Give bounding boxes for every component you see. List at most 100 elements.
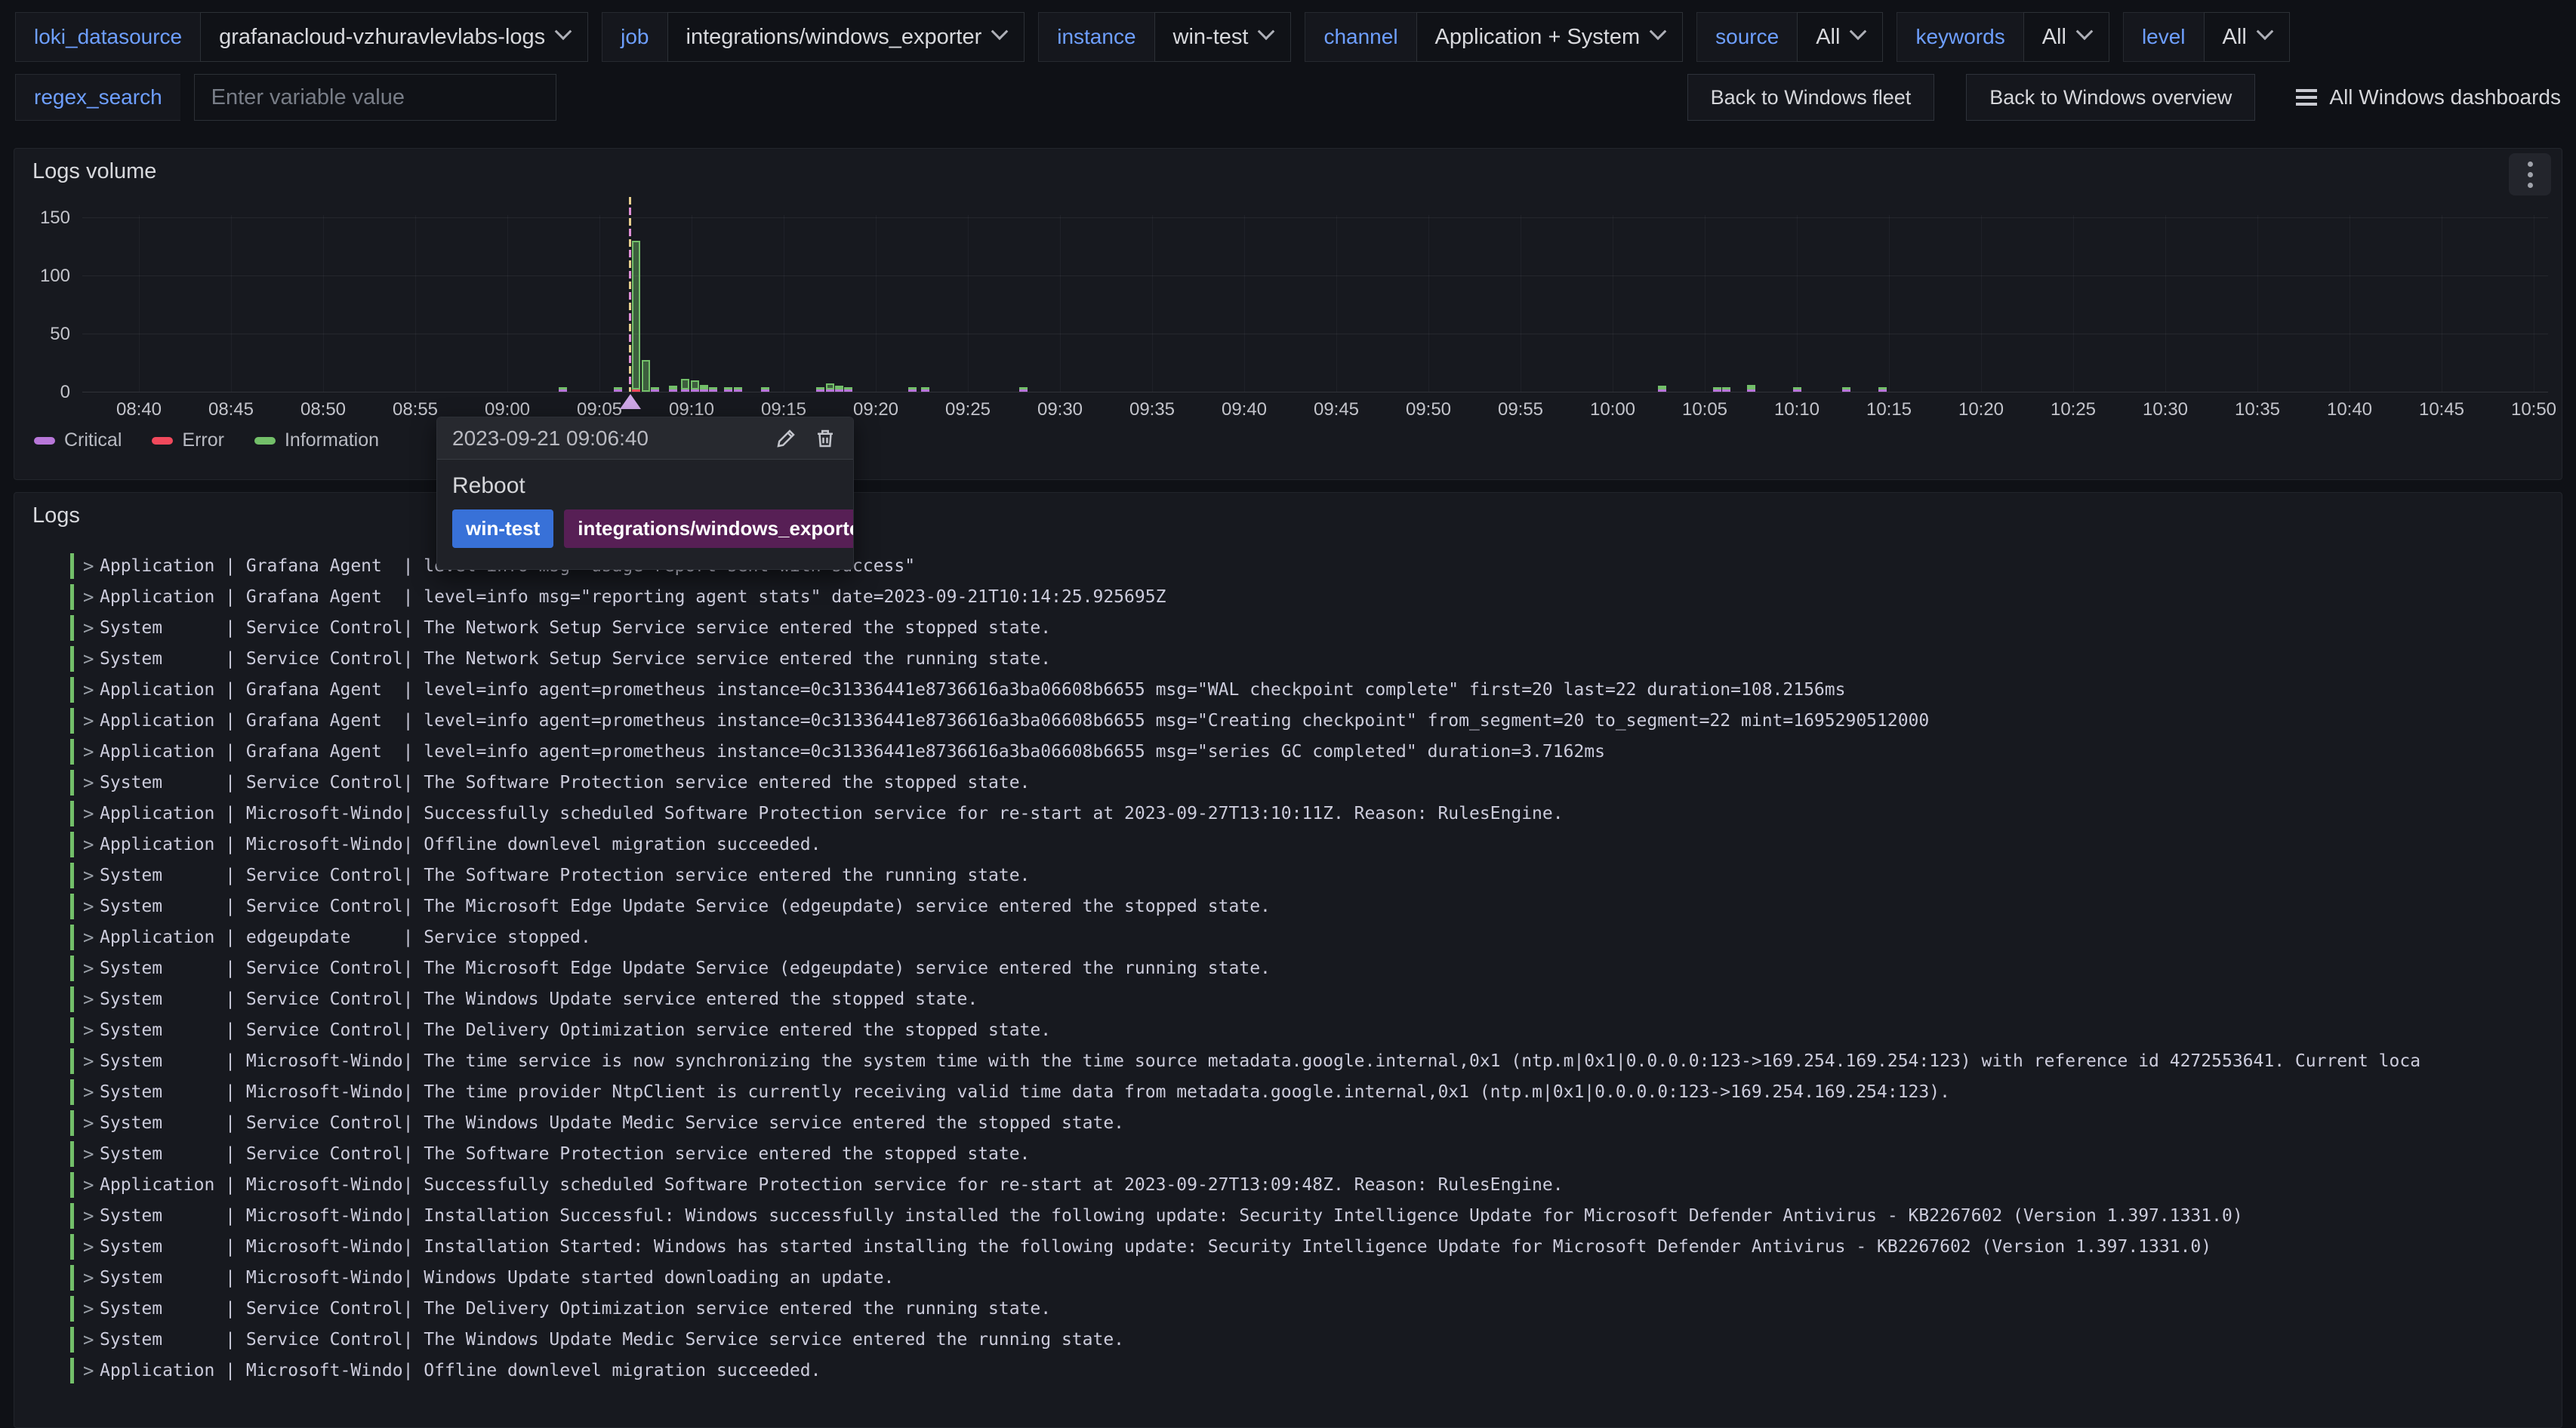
x-axis-label: 10:50 (2488, 399, 2562, 420)
expand-chevron-icon[interactable]: > (83, 556, 100, 577)
regex-search-input[interactable] (194, 74, 556, 121)
expand-chevron-icon[interactable]: > (83, 648, 100, 669)
log-row[interactable]: >Application | Microsoft-Windo| Successf… (70, 798, 2560, 829)
expand-chevron-icon[interactable]: > (83, 741, 100, 762)
log-row[interactable]: >System | Microsoft-Windo| Installation … (70, 1231, 2560, 1262)
expand-chevron-icon[interactable]: > (83, 927, 100, 948)
log-line-text: Application | Grafana Agent | level=info… (100, 587, 1166, 607)
bar-information (844, 387, 852, 389)
expand-chevron-icon[interactable]: > (83, 1298, 100, 1319)
variable-select-instance[interactable]: win-test (1154, 12, 1292, 62)
expand-chevron-icon[interactable]: > (83, 834, 100, 855)
legend-item-error[interactable]: Error (152, 429, 224, 451)
expand-chevron-icon[interactable]: > (83, 1020, 100, 1041)
expand-chevron-icon[interactable]: > (83, 1082, 100, 1103)
log-row[interactable]: >System | Microsoft-Windo| The time serv… (70, 1045, 2560, 1076)
expand-chevron-icon[interactable]: > (83, 617, 100, 639)
log-line-text: System | Service Control| The Delivery O… (100, 1299, 1051, 1319)
log-row[interactable]: >System | Microsoft-Windo| Installation … (70, 1200, 2560, 1231)
expand-chevron-icon[interactable]: > (83, 803, 100, 824)
x-axis-label: 10:45 (2396, 399, 2487, 420)
log-row[interactable]: >Application | Grafana Agent | level=inf… (70, 674, 2560, 705)
variable-select-channel[interactable]: Application + System (1416, 12, 1684, 62)
legend-item-information[interactable]: Information (254, 429, 379, 451)
log-row[interactable]: >System | Service Control| The Network S… (70, 612, 2560, 643)
bar-information (700, 385, 708, 389)
log-row[interactable]: >Application | Microsoft-Windo| Offline … (70, 829, 2560, 860)
variable-label-job: job (602, 12, 667, 62)
log-row[interactable]: >System | Service Control| The Delivery … (70, 1293, 2560, 1324)
expand-chevron-icon[interactable]: > (83, 586, 100, 608)
log-level-bar (70, 956, 74, 981)
variable-label-keywords: keywords (1897, 12, 2023, 62)
variable-value-text: Application + System (1435, 25, 1641, 50)
expand-chevron-icon[interactable]: > (83, 1143, 100, 1165)
expand-chevron-icon[interactable]: > (83, 1236, 100, 1257)
grid-line-x (507, 215, 508, 392)
log-line-text: System | Service Control| The Network Se… (100, 618, 1051, 638)
log-row[interactable]: >Application | Grafana Agent | level=inf… (70, 736, 2560, 767)
log-row[interactable]: >System | Service Control| The Windows U… (70, 1324, 2560, 1355)
all-windows-dashboards-link[interactable]: All Windows dashboards (2296, 74, 2561, 121)
log-row[interactable]: >System | Service Control| The Microsoft… (70, 891, 2560, 922)
variable-value-text: All (2042, 25, 2066, 50)
variable-select-loki_datasource[interactable]: grafanacloud-vzhuravlevlabs-logs (200, 12, 588, 62)
log-row[interactable]: >System | Microsoft-Windo| The time prov… (70, 1076, 2560, 1107)
expand-chevron-icon[interactable]: > (83, 1360, 100, 1381)
expand-chevron-icon[interactable]: > (83, 710, 100, 731)
log-row[interactable]: >Application | Grafana Agent | level=inf… (70, 705, 2560, 736)
expand-chevron-icon[interactable]: > (83, 1113, 100, 1134)
variable-row-1: loki_datasourcegrafanacloud-vzhuravlevla… (15, 12, 2290, 62)
expand-chevron-icon[interactable]: > (83, 989, 100, 1010)
log-row[interactable]: >System | Service Control| The Software … (70, 1138, 2560, 1169)
back-to-windows-overview-button[interactable]: Back to Windows overview (1966, 74, 2255, 121)
bar-critical (691, 389, 699, 392)
bar-critical (908, 389, 917, 392)
expand-chevron-icon[interactable]: > (83, 958, 100, 979)
expand-chevron-icon[interactable]: > (83, 865, 100, 886)
expand-chevron-icon[interactable]: > (83, 1174, 100, 1196)
bar-critical (826, 389, 834, 392)
chevron-down-icon (991, 23, 1009, 40)
variable-select-job[interactable]: integrations/windows_exporter (667, 12, 1025, 62)
expand-chevron-icon[interactable]: > (83, 896, 100, 917)
back-to-windows-fleet-button[interactable]: Back to Windows fleet (1687, 74, 1935, 121)
x-axis-label: 09:55 (1475, 399, 1566, 420)
expand-chevron-icon[interactable]: > (83, 679, 100, 700)
bar-critical (1747, 389, 1755, 392)
chevron-down-icon (2076, 23, 2094, 40)
variable-select-source[interactable]: All (1797, 12, 1883, 62)
log-row[interactable]: >System | Microsoft-Windo| Windows Updat… (70, 1262, 2560, 1293)
variable-select-level[interactable]: All (2204, 12, 2290, 62)
log-row[interactable]: >System | Service Control| The Windows U… (70, 1107, 2560, 1138)
log-level-bar (70, 1172, 74, 1198)
log-row[interactable]: >System | Service Control| The Microsoft… (70, 953, 2560, 983)
expand-chevron-icon[interactable]: > (83, 1267, 100, 1288)
expand-chevron-icon[interactable]: > (83, 772, 100, 793)
y-axis-label-100: 100 (20, 266, 70, 287)
log-row[interactable]: >System | Service Control| The Software … (70, 860, 2560, 891)
log-row[interactable]: >Application | Microsoft-Windo| Offline … (70, 1355, 2560, 1386)
log-row[interactable]: >Application | Microsoft-Windo| Successf… (70, 1169, 2560, 1200)
expand-chevron-icon[interactable]: > (83, 1051, 100, 1072)
trash-icon[interactable] (812, 426, 838, 451)
pencil-icon[interactable] (773, 426, 799, 451)
log-row[interactable]: >Application | edgeupdate | Service stop… (70, 922, 2560, 953)
bar-information (1019, 387, 1028, 389)
legend-item-critical[interactable]: Critical (34, 429, 122, 451)
log-level-bar (70, 646, 74, 672)
log-row[interactable]: >Application | Grafana Agent | level=inf… (70, 581, 2560, 612)
variable-label-instance: instance (1038, 12, 1154, 62)
expand-chevron-icon[interactable]: > (83, 1205, 100, 1226)
expand-chevron-icon[interactable]: > (83, 1329, 100, 1350)
bar-information (651, 387, 659, 389)
variable-channel: channelApplication + System (1305, 12, 1683, 62)
bar-information (1842, 387, 1850, 389)
log-row[interactable]: >System | Service Control| The Windows U… (70, 983, 2560, 1014)
log-row[interactable]: >System | Service Control| The Delivery … (70, 1014, 2560, 1045)
variable-select-keywords[interactable]: All (2023, 12, 2109, 62)
annotation-marker[interactable] (620, 394, 641, 409)
log-row[interactable]: >System | Service Control| The Network S… (70, 643, 2560, 674)
hamburger-icon (2296, 89, 2317, 106)
log-row[interactable]: >System | Service Control| The Software … (70, 767, 2560, 798)
